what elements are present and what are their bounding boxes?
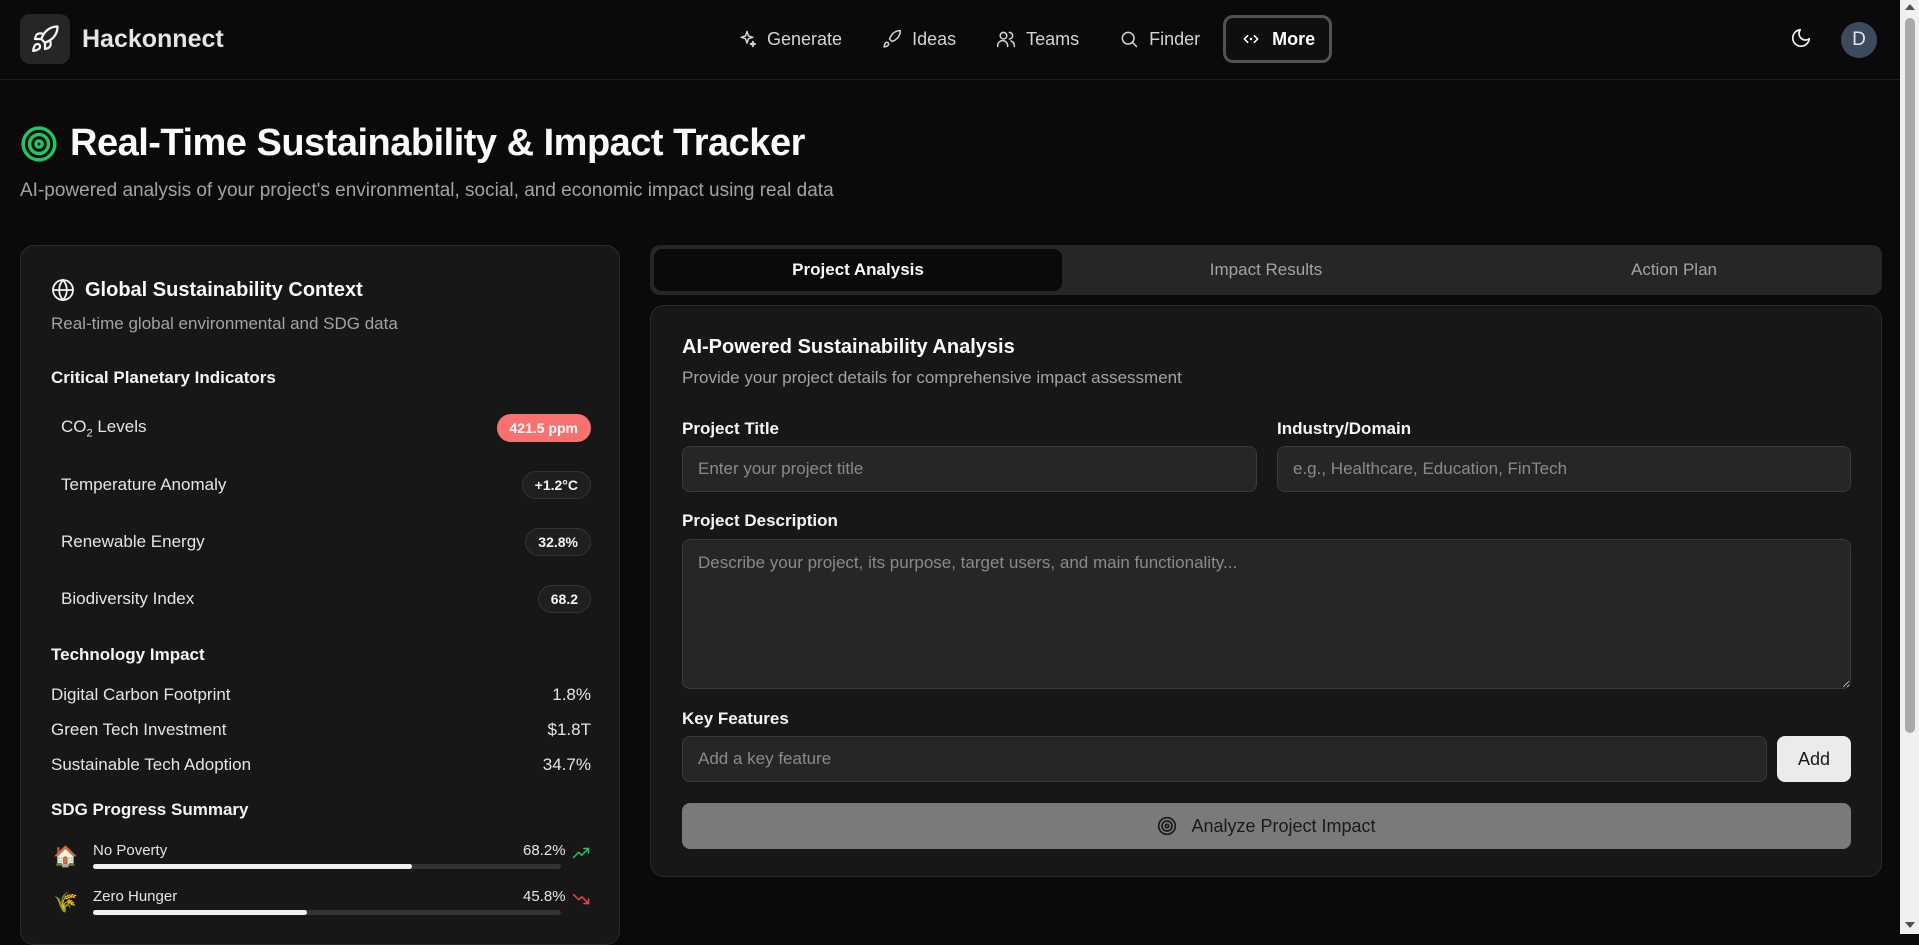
sdg-row: 🏠 No Poverty 68.2% (53, 842, 593, 874)
key-feature-input[interactable] (682, 736, 1767, 782)
page-title-row: Real-Time Sustainability & Impact Tracke… (20, 122, 805, 165)
target-icon (21, 125, 57, 162)
indicator-renewable-value: 32.8% (525, 528, 591, 556)
indicator-biodiversity-name: Biodiversity Index (61, 589, 195, 608)
global-context-card: Global Sustainability Context Real-time … (20, 245, 620, 945)
sdg-value: 45.8% (523, 888, 566, 905)
moon-icon (1791, 28, 1811, 48)
tech-row: Green Tech Investment $1.8T (51, 718, 591, 742)
tab-action-plan[interactable]: Action Plan (1470, 249, 1878, 291)
nav-ideas-label: Ideas (912, 28, 957, 49)
key-features-label: Key Features (682, 709, 789, 728)
tech-impact-heading: Technology Impact (51, 645, 205, 664)
global-context-subtitle: Real-time global environmental and SDG d… (51, 314, 398, 333)
indicator-renewable-name: Renewable Energy (61, 532, 205, 551)
tech-row: Sustainable Tech Adoption 34.7% (51, 753, 591, 777)
add-feature-button[interactable]: Add (1777, 736, 1851, 782)
nav-finder-label: Finder (1149, 28, 1201, 49)
indicator-biodiversity-value: 68.2 (537, 585, 591, 613)
tab-project-analysis[interactable]: Project Analysis (654, 249, 1062, 291)
industry-label: Industry/Domain (1277, 419, 1412, 438)
nav-finder[interactable]: Finder (1102, 15, 1217, 63)
tech-name: Green Tech Investment (51, 720, 227, 739)
project-title-input[interactable] (682, 446, 1257, 492)
analyze-button-label: Analyze Project Impact (1191, 815, 1376, 836)
code-icon (1243, 34, 1259, 44)
indicator-biodiversity: Biodiversity Index 68.2 (61, 584, 591, 614)
tech-value: 1.8% (552, 685, 591, 704)
critical-indicators-heading: Critical Planetary Indicators (51, 368, 276, 387)
sdg-name: Zero Hunger (93, 888, 178, 905)
project-description-label: Project Description (682, 511, 838, 530)
analysis-form-card: AI-Powered Sustainability Analysis Provi… (650, 305, 1882, 877)
indicator-temperature-value: +1.2°C (521, 471, 591, 499)
industry-input[interactable] (1277, 446, 1851, 492)
sdg-name: No Poverty (93, 842, 168, 859)
sdg-progress-fill (93, 864, 413, 869)
page-subtitle: AI-powered analysis of your project's en… (20, 180, 834, 201)
rocket-icon (883, 29, 902, 48)
analyze-project-impact-button[interactable]: Analyze Project Impact (682, 803, 1851, 849)
brand-name: Hackonnect (82, 24, 224, 53)
indicator-temperature: Temperature Anomaly +1.2°C (61, 470, 591, 500)
main-nav: Generate Ideas Teams Finder More (720, 15, 1333, 63)
theme-toggle-button[interactable] (1790, 27, 1812, 54)
page-title: Real-Time Sustainability & Impact Tracke… (70, 122, 805, 164)
globe-icon (52, 278, 74, 302)
nav-more-label: More (1272, 28, 1316, 49)
nav-ideas[interactable]: Ideas (865, 15, 973, 63)
global-context-header: Global Sustainability Context (51, 278, 363, 302)
scroll-up-arrow-icon[interactable] (1905, 4, 1915, 10)
trending-down-icon (572, 893, 590, 905)
global-context-title: Global Sustainability Context (85, 278, 363, 301)
sdg-value: 68.2% (523, 842, 566, 859)
nav-teams-label: Teams (1026, 28, 1080, 49)
wheat-icon: 🌾 (53, 892, 78, 914)
analysis-tabs: Project Analysis Impact Results Action P… (650, 245, 1882, 295)
tech-name: Sustainable Tech Adoption (51, 755, 252, 774)
tech-row: Digital Carbon Footprint 1.8% (51, 683, 591, 707)
sparkles-icon (740, 30, 757, 48)
tech-value: $1.8T (547, 720, 591, 739)
form-subtitle: Provide your project details for compreh… (682, 368, 1182, 387)
project-description-textarea[interactable] (682, 539, 1851, 689)
tab-impact-results[interactable]: Impact Results (1062, 249, 1470, 291)
sdg-row: 🌾 Zero Hunger 45.8% (53, 888, 593, 920)
target-icon (1158, 816, 1177, 836)
indicator-co2: CO2 Levels 421.5 ppm (61, 413, 591, 443)
trending-up-icon (572, 847, 590, 859)
brand[interactable]: Hackonnect (20, 14, 224, 64)
project-title-label: Project Title (682, 419, 779, 438)
nav-generate-label: Generate (767, 28, 843, 49)
search-icon (1121, 31, 1138, 48)
indicator-co2-name: CO2 Levels (61, 416, 147, 440)
indicator-temperature-name: Temperature Anomaly (61, 475, 227, 494)
scroll-down-arrow-icon[interactable] (1905, 922, 1915, 928)
indicator-renewable: Renewable Energy 32.8% (61, 527, 591, 557)
sdg-progress-fill (93, 910, 308, 915)
sdg-progress-bar (93, 864, 561, 869)
indicator-co2-value: 421.5 ppm (496, 414, 591, 442)
scroll-thumb[interactable] (1905, 18, 1915, 733)
tech-name: Digital Carbon Footprint (51, 685, 231, 704)
user-avatar[interactable]: D (1841, 22, 1877, 58)
house-icon: 🏠 (53, 846, 78, 868)
rocket-logo-icon (20, 14, 70, 64)
users-icon (997, 31, 1016, 48)
nav-generate[interactable]: Generate (720, 15, 859, 63)
nav-teams[interactable]: Teams (979, 15, 1096, 63)
page-scrollbar[interactable] (1900, 0, 1919, 934)
top-nav-bar: Hackonnect Generate Ideas Teams Finder M… (0, 0, 1900, 80)
sdg-progress-bar (93, 910, 561, 915)
tech-value: 34.7% (542, 755, 591, 774)
sdg-progress-heading: SDG Progress Summary (51, 800, 249, 819)
nav-more[interactable]: More (1223, 15, 1333, 63)
form-title: AI-Powered Sustainability Analysis (682, 336, 1015, 358)
